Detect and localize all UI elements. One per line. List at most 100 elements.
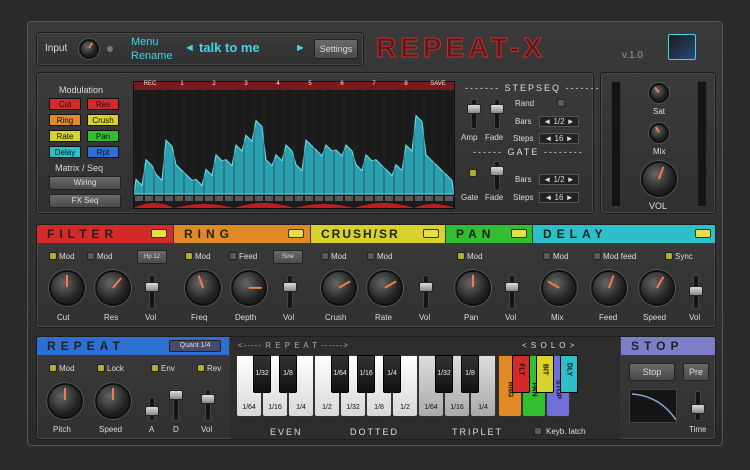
gate-step[interactable] (135, 196, 143, 201)
filter-type-select[interactable]: Hp 12 (137, 250, 167, 264)
filter-mod1-toggle[interactable] (49, 252, 57, 260)
delay-vol-slider[interactable] (689, 275, 703, 309)
ring-depth-knob[interactable] (231, 270, 267, 306)
delay-sync-toggle[interactable] (665, 252, 673, 260)
key-black[interactable]: 1/16 (357, 355, 375, 393)
preset-prev-button[interactable]: ◄ (184, 42, 195, 54)
gate-steps-stepper[interactable]: ◄ 16 ► (539, 192, 579, 203)
fxseq-button[interactable]: FX Seq (49, 194, 121, 208)
gate-step[interactable] (185, 196, 193, 201)
ring-mod-toggle[interactable] (185, 252, 193, 260)
key-black[interactable]: 1/32 (253, 355, 271, 393)
sequencer-header-label[interactable]: 4 (262, 81, 294, 87)
gate-step[interactable] (205, 196, 213, 201)
mod-button-cut[interactable]: Cut (49, 98, 81, 110)
gate-step[interactable] (355, 196, 363, 201)
filter-enable-toggle[interactable] (151, 229, 167, 238)
key-black[interactable]: 1/64 (331, 355, 349, 393)
input-knob[interactable] (79, 39, 99, 59)
mod-button-pan[interactable]: Pan (87, 130, 119, 142)
gate-step[interactable] (215, 196, 223, 201)
repeat-pitch-knob[interactable] (47, 383, 83, 419)
repeat-rev-toggle[interactable] (197, 364, 205, 372)
stop-time-slider[interactable] (691, 391, 705, 421)
filter-cut-knob[interactable] (49, 270, 85, 306)
vol-knob[interactable] (641, 161, 677, 197)
sequencer-header-label[interactable]: 7 (358, 81, 390, 87)
gate-step[interactable] (145, 196, 153, 201)
stop-button[interactable]: Stop (629, 363, 675, 381)
gate-step[interactable] (275, 196, 283, 201)
stepseq-bars-stepper[interactable]: ◄ 1/2 ► (539, 116, 579, 127)
pan-enable-toggle[interactable] (511, 229, 527, 238)
sat-knob[interactable] (649, 83, 669, 103)
gate-step[interactable] (375, 196, 383, 201)
repeat-lock-toggle[interactable] (97, 364, 105, 372)
mod-button-rpt[interactable]: Rpt (87, 146, 119, 158)
gate-step[interactable] (435, 196, 443, 201)
rename-button[interactable]: Rename (131, 50, 173, 62)
gate-step[interactable] (415, 196, 423, 201)
solo-key-dly[interactable]: DLY (560, 355, 578, 393)
keyb-latch-toggle[interactable] (534, 427, 542, 435)
ring-vol-slider[interactable] (283, 275, 297, 309)
ring-freq-knob[interactable] (185, 270, 221, 306)
key-black[interactable]: 1/8 (279, 355, 297, 393)
gate-step[interactable] (395, 196, 403, 201)
ring-enable-toggle[interactable] (288, 229, 304, 238)
gate-step[interactable] (405, 196, 413, 201)
gate-step[interactable] (255, 196, 263, 201)
sequencer-header-label[interactable]: 5 (294, 81, 326, 87)
gate-step[interactable] (265, 196, 273, 201)
delay-modfeed-toggle[interactable] (593, 252, 601, 260)
sequencer-header-label[interactable]: SAVE (422, 81, 454, 87)
delay-speed-knob[interactable] (639, 270, 675, 306)
gate-step[interactable] (345, 196, 353, 201)
gate-toggle[interactable] (469, 169, 477, 177)
sequencer-header-label[interactable]: 6 (326, 81, 358, 87)
pan-knob[interactable] (455, 270, 491, 306)
crush-crush-knob[interactable] (321, 270, 357, 306)
gate-step[interactable] (175, 196, 183, 201)
sequencer-header-label[interactable]: 3 (230, 81, 262, 87)
settings-button[interactable]: Settings (314, 39, 358, 59)
delay-mod-toggle[interactable] (543, 252, 551, 260)
mod-button-ring[interactable]: Ring (49, 114, 81, 126)
solo-key-bit[interactable]: BIT (536, 355, 554, 393)
stepseq-steps-stepper[interactable]: ◄ 16 ► (539, 133, 579, 144)
key-black[interactable]: 1/4 (383, 355, 401, 393)
pre-button[interactable]: Pre (683, 363, 709, 381)
repeat-vol-slider[interactable] (201, 389, 215, 421)
gate-step[interactable] (225, 196, 233, 201)
stepseq-fade-slider[interactable] (490, 99, 504, 129)
ring-wave-select[interactable]: Sine (273, 250, 303, 264)
menu-button[interactable]: Menu (131, 36, 159, 48)
pan-mod-toggle[interactable] (457, 252, 465, 260)
crush-mod1-toggle[interactable] (321, 252, 329, 260)
pan-vol-slider[interactable] (505, 275, 519, 309)
key-black[interactable]: 1/8 (461, 355, 479, 393)
delay-enable-toggle[interactable] (695, 229, 711, 238)
quant-select[interactable]: Quant 1/4 (169, 340, 221, 352)
gate-step[interactable] (445, 196, 453, 201)
repeat-speed-knob[interactable] (95, 383, 131, 419)
sequencer-header-label[interactable]: 1 (166, 81, 198, 87)
mod-button-crush[interactable]: Crush (87, 114, 119, 126)
repeat-env-toggle[interactable] (151, 364, 159, 372)
crush-enable-toggle[interactable] (423, 229, 439, 238)
stepseq-rand-toggle[interactable] (557, 99, 565, 107)
solo-key-flt[interactable]: FLT (512, 355, 530, 393)
gate-fade-slider[interactable] (490, 161, 504, 191)
key-black[interactable]: 1/32 (435, 355, 453, 393)
filter-res-knob[interactable] (95, 270, 131, 306)
mod-button-delay[interactable]: Delay (49, 146, 81, 158)
step-sequencer-display[interactable]: REC 1 2 3 4 5 6 7 8 SAVE (133, 81, 455, 209)
crush-vol-slider[interactable] (419, 275, 433, 309)
preset-next-button[interactable]: ► (295, 42, 306, 54)
mix-knob[interactable] (649, 123, 669, 143)
gate-step[interactable] (195, 196, 203, 201)
gate-step[interactable] (165, 196, 173, 201)
sequencer-header-label[interactable]: 2 (198, 81, 230, 87)
gate-step[interactable] (335, 196, 343, 201)
gate-step[interactable] (295, 196, 303, 201)
